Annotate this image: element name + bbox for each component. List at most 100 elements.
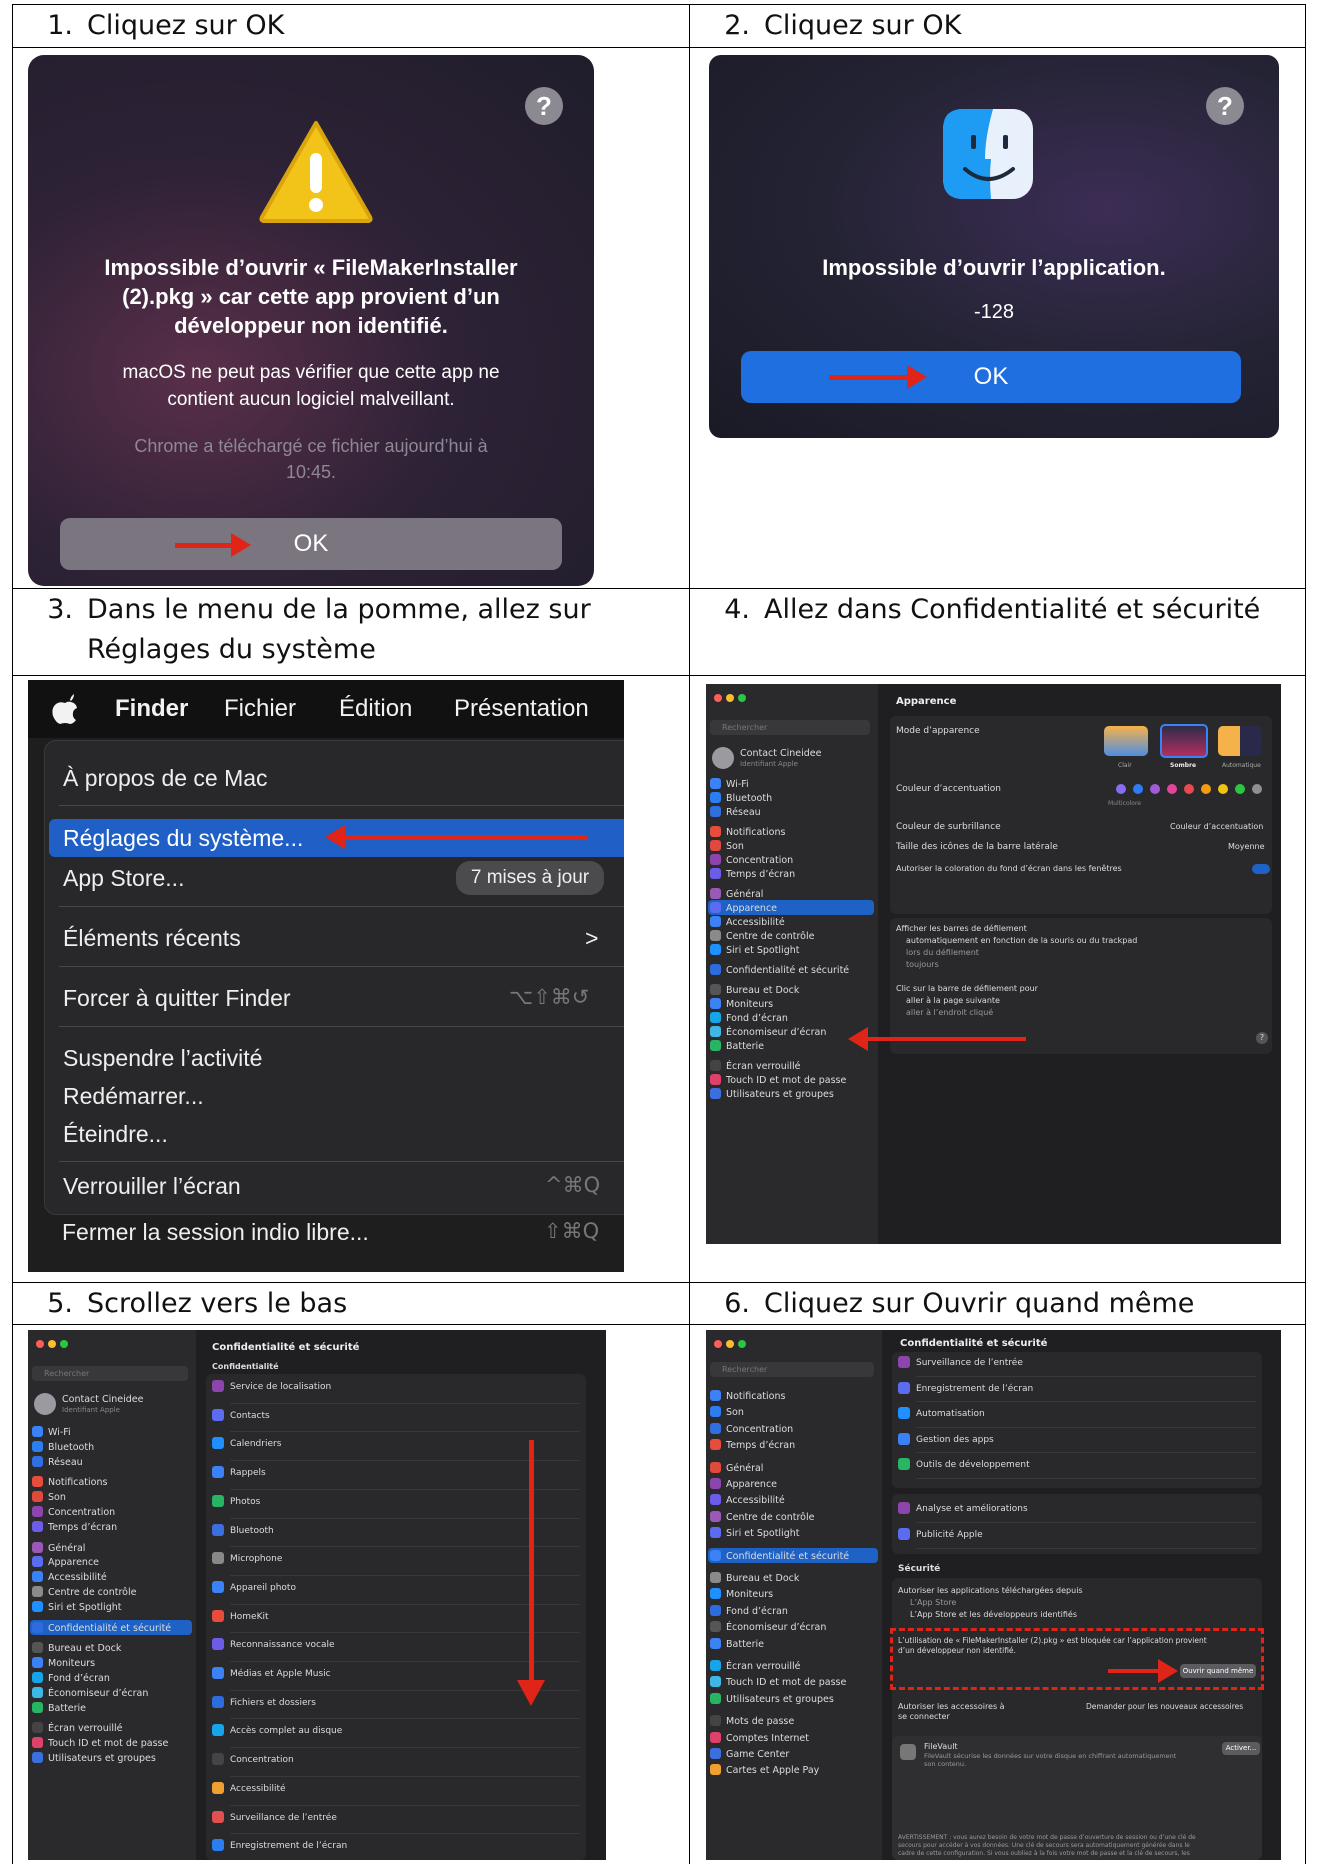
minimize-window-icon[interactable] (726, 1340, 734, 1348)
help-button[interactable]: ? (1256, 1032, 1268, 1044)
sidebar-item[interactable]: Mots de passe (710, 1715, 794, 1727)
accent-color-dot[interactable] (1150, 784, 1160, 794)
accent-color-dot[interactable] (1218, 784, 1228, 794)
search-input[interactable]: Rechercher (32, 1366, 188, 1381)
search-input[interactable]: Rechercher (710, 1362, 874, 1377)
sidebar-item[interactable]: Notifications (710, 826, 785, 838)
sidebar-item[interactable]: Réseau (32, 1455, 83, 1468)
settings-row[interactable]: Enregistrement de l’écran (898, 1381, 1033, 1394)
sidebar-item[interactable]: Confidentialité et sécurité (32, 1621, 171, 1634)
sidebar-item[interactable]: Moniteurs (710, 998, 773, 1010)
accent-color-dot[interactable] (1184, 784, 1194, 794)
sidebar-item[interactable]: Bluetooth (710, 792, 772, 804)
sidebar-item[interactable]: Siri et Spotlight (710, 944, 799, 956)
sidebar-item[interactable]: Touch ID et mot de passe (710, 1074, 846, 1086)
allow-opt-appstore[interactable]: L’App Store (910, 1598, 956, 1607)
minimize-window-icon[interactable] (726, 694, 734, 702)
ok-button[interactable]: OK (741, 351, 1241, 403)
sidebar-item[interactable]: Économiseur d’écran (710, 1026, 826, 1038)
sidebar-item[interactable]: Confidentialité et sécurité (710, 964, 849, 976)
allow-opt-identified[interactable]: L’App Store et les développeurs identifi… (910, 1610, 1077, 1619)
sidebar-item[interactable]: Temps d’écran (710, 1439, 795, 1451)
settings-row[interactable]: Fichiers et dossiers (212, 1695, 316, 1708)
settings-row[interactable]: Publicité Apple (898, 1528, 983, 1540)
click-opt[interactable]: aller à la page suivante (906, 996, 1000, 1005)
accent-color-dot[interactable] (1252, 784, 1262, 794)
accent-color-dot[interactable] (1235, 784, 1245, 794)
sidebar-item[interactable]: Bureau et Dock (710, 984, 799, 996)
settings-row[interactable]: Concentration (212, 1753, 294, 1766)
menu-item-lock[interactable]: Verrouiller l’écran (63, 1173, 241, 1200)
settings-row[interactable]: HomeKit (212, 1609, 269, 1622)
sidebar-item[interactable]: Bluetooth (32, 1440, 94, 1453)
settings-row[interactable]: Outils de développement (898, 1458, 1030, 1470)
activate-button[interactable]: Activer... (1222, 1742, 1260, 1755)
apple-id-name[interactable]: Contact Cineidee (740, 748, 821, 759)
settings-row[interactable]: Calendriers (212, 1437, 281, 1450)
sidebar-item[interactable]: Centre de contrôle (710, 930, 814, 942)
settings-row[interactable]: Analyse et améliorations (898, 1502, 1028, 1514)
sidebar-item[interactable]: Utilisateurs et groupes (710, 1088, 834, 1100)
menu-edition[interactable]: Édition (339, 680, 412, 738)
sidebar-item[interactable]: Écran verrouillé (710, 1660, 801, 1672)
sidebar-item[interactable]: Utilisateurs et groupes (32, 1752, 156, 1764)
sidebar-item[interactable]: Moniteurs (710, 1588, 773, 1600)
menu-item-about[interactable]: À propos de ce Mac (63, 765, 268, 792)
settings-row[interactable]: Microphone (212, 1552, 282, 1565)
sidebar-item[interactable]: Concentration (710, 854, 793, 866)
sidebar-item[interactable]: Accessibilité (32, 1571, 107, 1583)
sidebar-item[interactable]: Apparence (710, 902, 777, 914)
apple-icon[interactable] (52, 694, 78, 724)
accent-color-dot[interactable] (1133, 784, 1143, 794)
sidebar-item[interactable]: Centre de contrôle (710, 1510, 814, 1523)
minimize-window-icon[interactable] (48, 1340, 56, 1348)
sidebar-item[interactable]: Accessibilité (710, 916, 785, 928)
sidebar-item[interactable]: Son (710, 1406, 744, 1418)
sidebar-item[interactable]: Son (710, 840, 744, 852)
menu-item-force-quit[interactable]: Forcer à quitter Finder (63, 985, 291, 1012)
settings-row[interactable]: Médias et Apple Music (212, 1667, 331, 1679)
tint-toggle[interactable] (1252, 864, 1270, 874)
open-anyway-button[interactable]: Ouvrir quand même (1180, 1664, 1256, 1678)
close-window-icon[interactable] (714, 694, 722, 702)
zoom-window-icon[interactable] (738, 694, 746, 702)
sidebar-item[interactable]: Général (710, 888, 763, 900)
sidebar-item[interactable]: Siri et Spotlight (710, 1527, 799, 1539)
settings-row[interactable]: Enregistrement de l’écran (212, 1839, 347, 1852)
ok-button[interactable]: OK (60, 518, 562, 570)
sidebar-item[interactable]: Temps d’écran (710, 868, 795, 880)
sidebar-item[interactable]: Fond d’écran (32, 1672, 110, 1684)
sidebar-item[interactable]: Game Center (710, 1748, 789, 1760)
sidebar-item[interactable]: Accessibilité (710, 1494, 785, 1506)
close-window-icon[interactable] (714, 1340, 722, 1348)
settings-row[interactable]: Accès complet au disque (212, 1724, 342, 1737)
help-button[interactable]: ? (1206, 87, 1244, 125)
sidebar-item[interactable]: Notifications (710, 1390, 785, 1402)
mode-auto[interactable] (1218, 726, 1262, 756)
sidebar-item[interactable]: Économiseur d’écran (710, 1621, 826, 1633)
sidebar-item[interactable]: Temps d’écran (32, 1520, 117, 1533)
accessories-select[interactable]: Demander pour les nouveaux accessoires (1086, 1702, 1243, 1711)
settings-row[interactable]: Contacts (212, 1408, 270, 1421)
mode-dark[interactable] (1160, 724, 1208, 758)
highlight-select[interactable]: Couleur d’accentuation (1170, 822, 1263, 831)
zoom-window-icon[interactable] (738, 1340, 746, 1348)
sidebar-item[interactable]: Utilisateurs et groupes (710, 1692, 834, 1705)
zoom-window-icon[interactable] (60, 1340, 68, 1348)
settings-row[interactable]: Appareil photo (212, 1580, 296, 1593)
sidebar-item[interactable]: Wi-Fi (710, 778, 749, 790)
sidebar-item[interactable]: Confidentialité et sécurité (710, 1549, 849, 1562)
mode-light[interactable] (1104, 726, 1148, 756)
settings-row[interactable]: Rappels (212, 1466, 266, 1479)
search-input[interactable]: Rechercher (710, 720, 870, 735)
sidebar-item[interactable]: Cartes et Apple Pay (710, 1764, 819, 1776)
menu-item-shutdown[interactable]: Éteindre... (63, 1121, 168, 1148)
sidebar-item[interactable]: Batterie (32, 1701, 86, 1714)
sidebar-item[interactable]: Batterie (710, 1637, 764, 1650)
settings-row[interactable]: Surveillance de l’entrée (212, 1810, 337, 1823)
accent-color-dot[interactable] (1116, 784, 1126, 794)
sidebar-item[interactable]: Centre de contrôle (32, 1586, 136, 1598)
click-opt[interactable]: aller à l’endroit cliqué (906, 1008, 993, 1017)
menu-item-logout[interactable]: Fermer la session indio libre... (62, 1219, 369, 1246)
sidebar-item[interactable]: Bureau et Dock (710, 1572, 799, 1584)
